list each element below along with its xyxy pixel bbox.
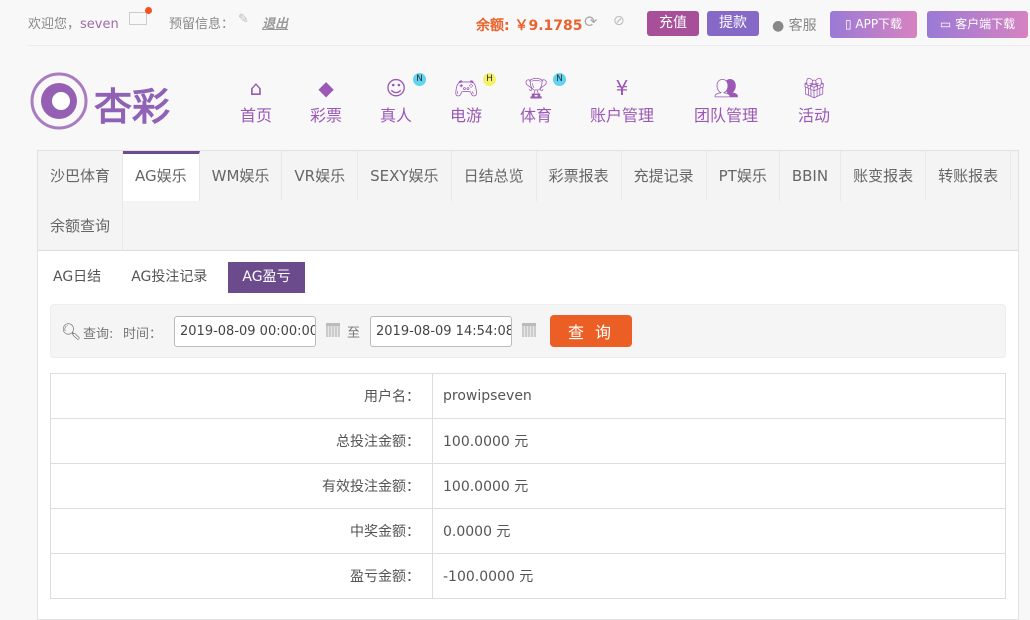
row-value: 0.0000 元 [432,508,1006,554]
nav-badge: N [553,73,567,86]
calendar-icon[interactable] [522,323,536,337]
tab-6[interactable]: 彩票报表 [537,151,622,201]
tab-10[interactable]: 账变报表 [841,151,927,201]
balance: 余额: ￥9.1785 [476,18,583,34]
row-label: 有效投注金额： [50,463,433,509]
hide-eye-icon[interactable]: ⊘ [613,13,625,29]
tab-7[interactable]: 充提记录 [622,151,707,201]
withdraw-button[interactable]: 提款 [707,11,759,36]
logo-text: 杏彩 [94,85,171,129]
team-icon: 👥︎ [713,76,739,100]
sub-tabs: AG日结 AG投注记录 AG盈亏 [44,262,317,293]
yen-coin-icon: ¥ [615,76,629,100]
gift-icon: 🎁︎ [801,76,827,100]
tab-3[interactable]: VR娱乐 [282,151,359,201]
content-panel: 沙巴体育 AG娱乐 WM娱乐 VR娱乐 SEXY娱乐 日结总览 彩票报表 充提记录 PT娱乐 BB… [37,150,1019,620]
edit-icon[interactable]: ✎ [238,12,249,27]
query-label: 查询: [83,327,114,342]
time-label: 时间： [123,327,163,342]
welcome-text: 欢迎您，seven [28,17,119,32]
subtab-1[interactable]: AG投注记录 [122,262,216,293]
phone-icon: ▯ [844,17,852,31]
nav-item-2[interactable]: ☺ N 真人 [380,73,427,126]
calendar-icon[interactable] [326,323,340,337]
nav-label: 活动 [798,106,831,125]
nav-item-5[interactable]: ¥ 账户管理 [590,76,654,126]
nav-item-0[interactable]: ⌂ 首页 [240,76,272,126]
tab-9[interactable]: BBIN [780,151,842,201]
row-label: 用户名： [50,373,433,419]
table-row: 总投注金额： 100.0000 元 [50,418,1006,464]
table-row: 中奖金额： 0.0000 元 [50,508,1006,554]
nav-item-3[interactable]: 🎮︎ H 电游 [450,73,497,126]
nav-label: 电游 [450,106,483,125]
search-icon: 🔍︎ [61,322,82,341]
subtab-0[interactable]: AG日结 [44,262,110,293]
row-value: 100.0000 元 [432,418,1006,464]
row-label: 总投注金额： [50,418,433,464]
report-tabs: 沙巴体育 AG娱乐 WM娱乐 VR娱乐 SEXY娱乐 日结总览 彩票报表 充提记录 PT娱乐 BB… [38,151,1018,251]
app-download-button[interactable]: ▯ APP下载 [830,11,917,38]
monitor-icon: ▭ [939,17,952,31]
customer-service-link[interactable]: ● 客服 [772,15,817,35]
tab-4[interactable]: SEXY娱乐 [358,151,452,201]
nav-badge: N [413,73,427,86]
tab-11[interactable]: 转账报表 [926,151,1012,201]
start-time-input[interactable] [174,316,316,347]
recharge-button[interactable]: 充值 [647,11,699,36]
nav-label: 体育 [520,106,553,125]
tab-1[interactable]: AG娱乐 [123,151,200,201]
trophy-icon: 🏆︎ N [520,73,567,100]
tab-0[interactable]: 沙巴体育 [38,151,124,201]
nav-item-7[interactable]: 🎁︎ 活动 [798,76,830,126]
woman-icon: ☺ N [380,73,427,100]
nav-label: 真人 [380,106,413,125]
nav-item-4[interactable]: 🏆︎ N 体育 [520,73,567,126]
row-label: 中奖金额： [50,508,433,554]
service-icon: ● [772,18,785,34]
row-value: 100.0000 元 [432,463,1006,509]
nav-label: 账户管理 [590,106,655,125]
query-button[interactable]: 查 询 [550,315,632,347]
table-row: 有效投注金额： 100.0000 元 [50,463,1006,509]
result-table: 用户名： prowipseven 总投注金额： 100.0000 元有效投注金额： 10… [50,373,1006,599]
query-bar: 🔍︎ 查询: 时间： 至 查 询 [50,304,1006,358]
end-time-input[interactable] [370,316,512,347]
nav-label: 首页 [240,106,273,125]
tab-12[interactable]: 余额查询 [38,201,124,251]
logout-link[interactable]: 退出 [262,13,288,32]
nav-label: 团队管理 [694,106,759,125]
to-label: 至 [347,326,361,341]
row-value: -100.0000 元 [432,553,1006,599]
subtab-2[interactable]: AG盈亏 [228,262,305,293]
nav-item-1[interactable]: ◆ 彩票 [310,76,342,126]
table-row: 盈亏金额： -100.0000 元 [50,553,1006,599]
refresh-icon[interactable]: ⟳ [584,12,597,31]
home-icon: ⌂ [249,76,263,100]
row-value: prowipseven [432,373,1006,419]
reserved-info-label: 预留信息： [169,17,235,32]
top-bar: 欢迎您，seven 预留信息： ✎ 退出 余额: ￥9.1785 ⟳ ⊘ 充值 … [28,0,1030,46]
logo[interactable]: 杏彩 [28,70,183,132]
nav-item-6[interactable]: 👥︎ 团队管理 [694,76,758,126]
row-label: 盈亏金额： [50,553,433,599]
mail-icon[interactable] [129,7,152,25]
nav-label: 彩票 [310,106,343,125]
table-row: 用户名： prowipseven [50,373,1006,419]
tab-2[interactable]: WM娱乐 [200,151,283,201]
tab-8[interactable]: PT娱乐 [707,151,780,201]
ticket-icon: ◆ [318,76,334,100]
nav-badge: H [483,73,497,86]
tab-5[interactable]: 日结总览 [452,151,537,201]
client-download-button[interactable]: ▭ 客户端下载 [927,11,1028,38]
gamepad-icon: 🎮︎ H [450,73,497,100]
